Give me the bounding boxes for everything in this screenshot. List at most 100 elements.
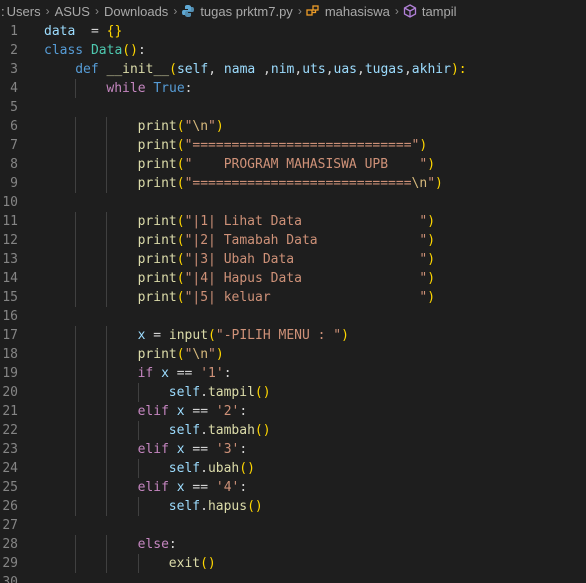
code-line[interactable]: 9 print("============================\n") [0,174,586,193]
code-line[interactable]: 25 elif x == '4': [0,478,586,497]
code-text: print("|3| Ubah Data ") [138,250,435,269]
line-number: 10 [2,195,18,210]
breadcrumb-users[interactable]: Users [6,4,42,19]
code-line[interactable]: 2 class Data(): [0,41,586,60]
indent-guide [106,402,108,421]
indent-guide [75,554,77,573]
indent-guide [106,440,108,459]
code-text: print("|1| Lihat Data ") [138,212,435,231]
code-token: () [254,385,271,400]
indent-guide [75,459,77,478]
code-line[interactable]: 4 while True: [0,79,586,98]
code-text: print("\n") [138,117,224,136]
code-line[interactable]: 28 else: [0,535,586,554]
code-token: " [427,176,436,191]
code-token: __init__ [106,62,170,77]
code-line[interactable]: 16 [0,307,586,326]
code-token: def [75,62,99,77]
code-token: print [137,119,177,134]
indent-guide [106,459,108,478]
code-text: print("|4| Hapus Data ") [138,269,435,288]
code-token: () [200,556,216,571]
code-editor[interactable]: 1 data = {} 2 class Data(): 3 def __init__(se… [0,22,586,583]
code-line[interactable]: 6 print("\n") [0,117,586,136]
code-text: elif x == '4': [138,478,248,497]
code-line[interactable]: 17 x = input("-PILIH MENU : ") [0,326,586,345]
code-line[interactable]: 11 print("|1| Lihat Data ") [0,212,586,231]
code-token: ( [176,157,185,172]
line-number: 25 [2,480,18,495]
code-token: == [184,480,216,495]
code-text: x = input("-PILIH MENU : ") [138,326,349,345]
code-line[interactable]: 21 elif x == '2': [0,402,586,421]
breadcrumb-downloads[interactable]: Downloads [103,4,169,19]
code-token: uas [333,62,357,77]
code-token: . [200,461,208,476]
code-text: while True: [106,79,192,98]
indent-guide [75,155,77,174]
indent-guide [137,459,139,478]
code-token: , [403,62,412,77]
breadcrumb-asus[interactable]: ASUS [54,4,91,19]
code-line[interactable]: 30 [0,573,586,583]
code-line[interactable]: 13 print("|3| Ubah Data ") [0,250,586,269]
code-token: "|1| Lihat Data " [184,214,428,229]
code-line[interactable]: 27 [0,516,586,535]
code-line[interactable]: 3 def __init__(self, nama ,nim,uts,uas,tu… [0,60,586,79]
code-line[interactable]: 12 print("|2| Tamabah Data ") [0,231,586,250]
code-line[interactable]: 10 [0,193,586,212]
code-token: () [247,499,263,514]
code-line[interactable]: 5 [0,98,586,117]
code-token: "============================ [184,176,412,191]
code-token: self [168,499,201,514]
indent-guide [75,174,77,193]
line-number: 30 [2,575,18,583]
code-line[interactable]: 1 data = {} [0,22,586,41]
line-number: 21 [2,404,18,419]
code-line[interactable]: 18 print("\n") [0,345,586,364]
breadcrumb-class[interactable]: mahasiswa [324,4,391,19]
code-token: , [357,62,365,77]
code-line[interactable]: 8 print(" PROGRAM MAHASISWA UPB ") [0,155,586,174]
code-token: x [176,442,185,457]
code-token: "|5| keluar " [184,290,428,305]
code-token: = [75,24,107,39]
code-token: print [137,271,177,286]
code-token: "|2| Tamabah Data " [184,233,428,248]
code-line[interactable]: 19 if x == '1': [0,364,586,383]
code-line[interactable]: 23 elif x == '3': [0,440,586,459]
code-token: () [122,43,138,58]
code-line[interactable]: 15 print("|5| keluar ") [0,288,586,307]
code-token: self [168,385,201,400]
code-line[interactable]: 26 self.hapus() [0,497,586,516]
code-token: ) [435,176,443,191]
code-token: == [168,366,201,381]
code-line[interactable]: 24 self.ubah() [0,459,586,478]
code-text: self.tambah() [169,421,271,440]
breadcrumb-file[interactable]: tugas prktm7.py [199,4,294,19]
code-line[interactable]: 22 self.tambah() [0,421,586,440]
code-line[interactable]: 7 print("============================") [0,136,586,155]
code-text: def __init__(self, nama ,nim,uts,uas,tug… [75,60,466,79]
code-token: self [176,62,209,77]
indent-guide [106,155,108,174]
code-line[interactable]: 29 exit() [0,554,586,573]
code-token: x [176,480,185,495]
breadcrumb-method[interactable]: tampil [421,4,458,19]
code-token: '4' [215,480,240,495]
code-token: "|3| Ubah Data " [184,252,428,267]
code-text: if x == '1': [138,364,232,383]
code-token: elif [137,442,169,457]
line-number: 8 [10,157,18,172]
code-token: ( [176,252,185,267]
code-text: print("|5| keluar ") [138,288,435,307]
code-token: {} [106,24,123,39]
code-token: nim [270,62,295,77]
code-line[interactable]: 14 print("|4| Hapus Data ") [0,269,586,288]
line-number: 17 [2,328,18,343]
code-token: elif [137,480,169,495]
chevron-right-icon: › [297,4,302,18]
code-line[interactable]: 20 self.tampil() [0,383,586,402]
